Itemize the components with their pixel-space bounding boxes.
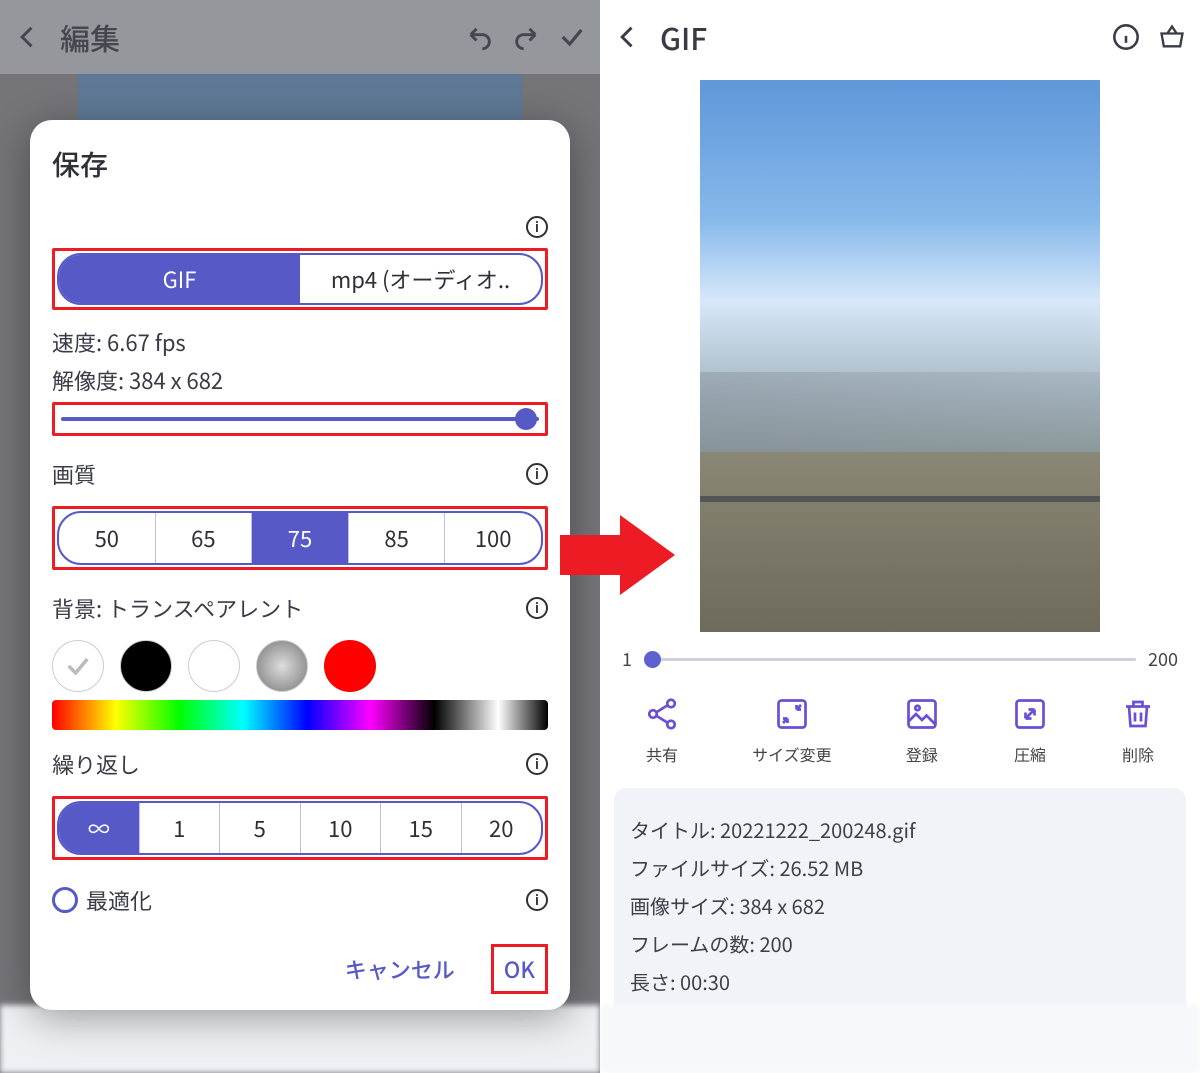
compress-button[interactable]: 圧縮 [1012,696,1048,766]
result-topbar: GIF [600,0,1200,74]
info-icon[interactable]: i [526,889,548,911]
quality-50[interactable]: 50 [59,513,156,563]
background-swatches [52,640,548,692]
dialog-title: 保存 [52,144,548,184]
resize-button[interactable]: サイズ変更 [752,696,832,766]
blurred-ad [600,1005,1200,1073]
scrub-end: 200 [1148,646,1178,672]
resolution-slider[interactable] [57,407,543,431]
frame-scrubber: 1 200 [600,632,1200,686]
info-icon[interactable]: i [526,597,548,619]
quality-85[interactable]: 85 [349,513,446,563]
info-icon[interactable]: i [526,216,548,238]
trash-icon [1120,696,1156,732]
format-gif[interactable]: GIF [59,255,300,303]
detail-title: タイトル: 20221222_200248.gif [630,815,1170,844]
detail-length: 長さ: 00:30 [630,967,1170,996]
scrub-start: 1 [622,646,632,672]
swatch-white[interactable] [188,640,240,692]
dialog-buttons: キャンセル OK [52,944,548,994]
quality-highlight: 50 65 75 85 100 [52,506,548,570]
transition-arrow-icon [560,510,680,600]
blurred-ad [0,1005,600,1073]
share-label: 共有 [646,742,678,766]
share-icon [644,696,680,732]
format-highlight: GIF mp4 (オーディオ.. [52,248,548,310]
register-button[interactable]: 登録 [904,696,940,766]
repeat-10[interactable]: 10 [301,803,382,853]
repeat-1[interactable]: 1 [140,803,221,853]
format-mp4[interactable]: mp4 (オーディオ.. [300,255,541,303]
resize-label: サイズ変更 [752,742,832,766]
repeat-5[interactable]: 5 [220,803,301,853]
repeat-15[interactable]: 15 [381,803,462,853]
resolution-slider-highlight [52,402,548,436]
share-button[interactable]: 共有 [644,696,680,766]
swatch-black[interactable] [120,640,172,692]
format-toggle[interactable]: GIF mp4 (オーディオ.. [57,253,543,305]
ok-button[interactable]: OK [491,944,548,994]
compress-icon [1012,696,1048,732]
compress-label: 圧縮 [1014,742,1046,766]
register-label: 登録 [906,742,938,766]
detail-filesize: ファイルサイズ: 26.52 MB [630,853,1170,882]
repeat-highlight: ∞ 1 5 10 15 20 [52,796,548,860]
detail-imgsize: 画像サイズ: 384 x 682 [630,891,1170,920]
quality-75[interactable]: 75 [252,513,349,563]
background-label: 背景: トランスペアレント [52,592,303,624]
quality-100[interactable]: 100 [445,513,541,563]
delete-label: 削除 [1122,742,1154,766]
swatch-grey[interactable] [256,640,308,692]
detail-frames: フレームの数: 200 [630,929,1170,958]
quality-segment[interactable]: 50 65 75 85 100 [57,511,543,565]
swatch-red[interactable] [324,640,376,692]
info-icon[interactable]: i [526,463,548,485]
color-gradient-picker[interactable] [52,700,548,730]
action-bar: 共有 サイズ変更 登録 圧縮 削除 [600,686,1200,788]
repeat-20[interactable]: 20 [462,803,542,853]
image-icon [904,696,940,732]
swatch-transparent[interactable] [52,640,104,692]
speed-label: 速度: 6.67 fps [52,326,548,358]
optimize-label: 最適化 [86,884,152,916]
basket-icon[interactable] [1158,23,1186,51]
repeat-label: 繰り返し [52,748,140,780]
quality-65[interactable]: 65 [156,513,253,563]
scrub-track[interactable] [644,658,1136,661]
resize-icon [774,696,810,732]
cancel-button[interactable]: キャンセル [335,947,465,991]
info-icon[interactable] [1112,23,1140,51]
repeat-segment[interactable]: ∞ 1 5 10 15 20 [57,801,543,855]
delete-button[interactable]: 削除 [1120,696,1156,766]
resolution-label: 解像度: 384 x 682 [52,364,548,396]
result-title: GIF [660,15,1094,59]
quality-label: 画質 [52,458,96,490]
save-dialog: 保存 i GIF mp4 (オーディオ.. 速度: 6.67 fps 解像度: … [30,120,570,1010]
result-image [700,80,1100,632]
repeat-infinite[interactable]: ∞ [59,803,140,853]
editor-screen: 編集 保存 i GIF mp4 (オーディオ.. 速度: 6.67 fps 解像… [0,0,600,1073]
scrub-thumb[interactable] [644,651,661,668]
result-screen: GIF 1 200 共有 サイズ変更 登録 圧縮 削除 [600,0,1200,1073]
optimize-radio[interactable] [52,887,78,913]
back-icon[interactable] [614,23,642,51]
info-icon[interactable]: i [526,753,548,775]
